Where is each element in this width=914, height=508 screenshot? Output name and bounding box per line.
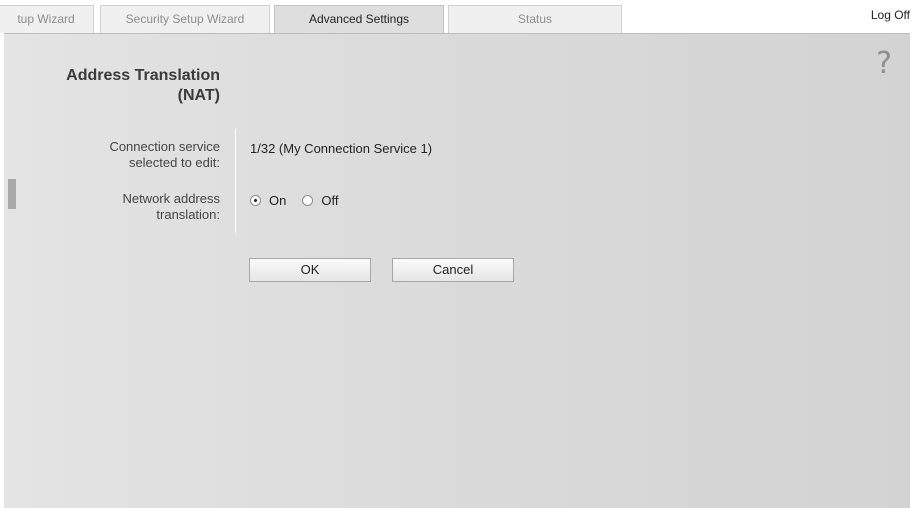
nat-label-line1: Network address	[122, 191, 220, 206]
tab-status[interactable]: Status	[448, 5, 622, 33]
form-divider	[235, 129, 236, 234]
tab-security-setup-wizard[interactable]: Security Setup Wizard	[100, 5, 270, 33]
tab-advanced-settings[interactable]: Advanced Settings	[274, 5, 444, 33]
main-panel: ? Address Translation (NAT) Connection s…	[4, 33, 910, 508]
nat-radio-group: On Off	[250, 193, 354, 208]
nat-label-line2: translation:	[156, 207, 220, 222]
connection-service-label: Connection service selected to edit:	[24, 139, 220, 171]
log-off-link[interactable]: Log Off	[871, 8, 910, 22]
connection-service-value: 1/32 (My Connection Service 1)	[250, 141, 433, 156]
tab-setup-wizard[interactable]: tup Wizard	[0, 5, 94, 33]
tab-bar: tup Wizard Security Setup Wizard Advance…	[0, 0, 914, 34]
nat-off-radio[interactable]	[302, 195, 314, 206]
page-title: Address Translation (NAT)	[24, 66, 220, 106]
connection-label-line2: selected to edit:	[128, 155, 220, 170]
nat-label: Network address translation:	[24, 191, 220, 223]
nat-off-label[interactable]: Off	[321, 193, 338, 208]
page-title-line1: Address Translation	[66, 67, 220, 84]
cancel-button[interactable]: Cancel	[392, 258, 514, 282]
connection-label-line1: Connection service	[109, 139, 220, 154]
side-marker	[8, 179, 16, 209]
page-title-line2: (NAT)	[177, 87, 220, 104]
help-icon[interactable]: ?	[876, 46, 892, 81]
nat-on-label[interactable]: On	[269, 193, 286, 208]
nat-on-radio[interactable]	[250, 195, 261, 206]
ok-button[interactable]: OK	[249, 258, 371, 282]
